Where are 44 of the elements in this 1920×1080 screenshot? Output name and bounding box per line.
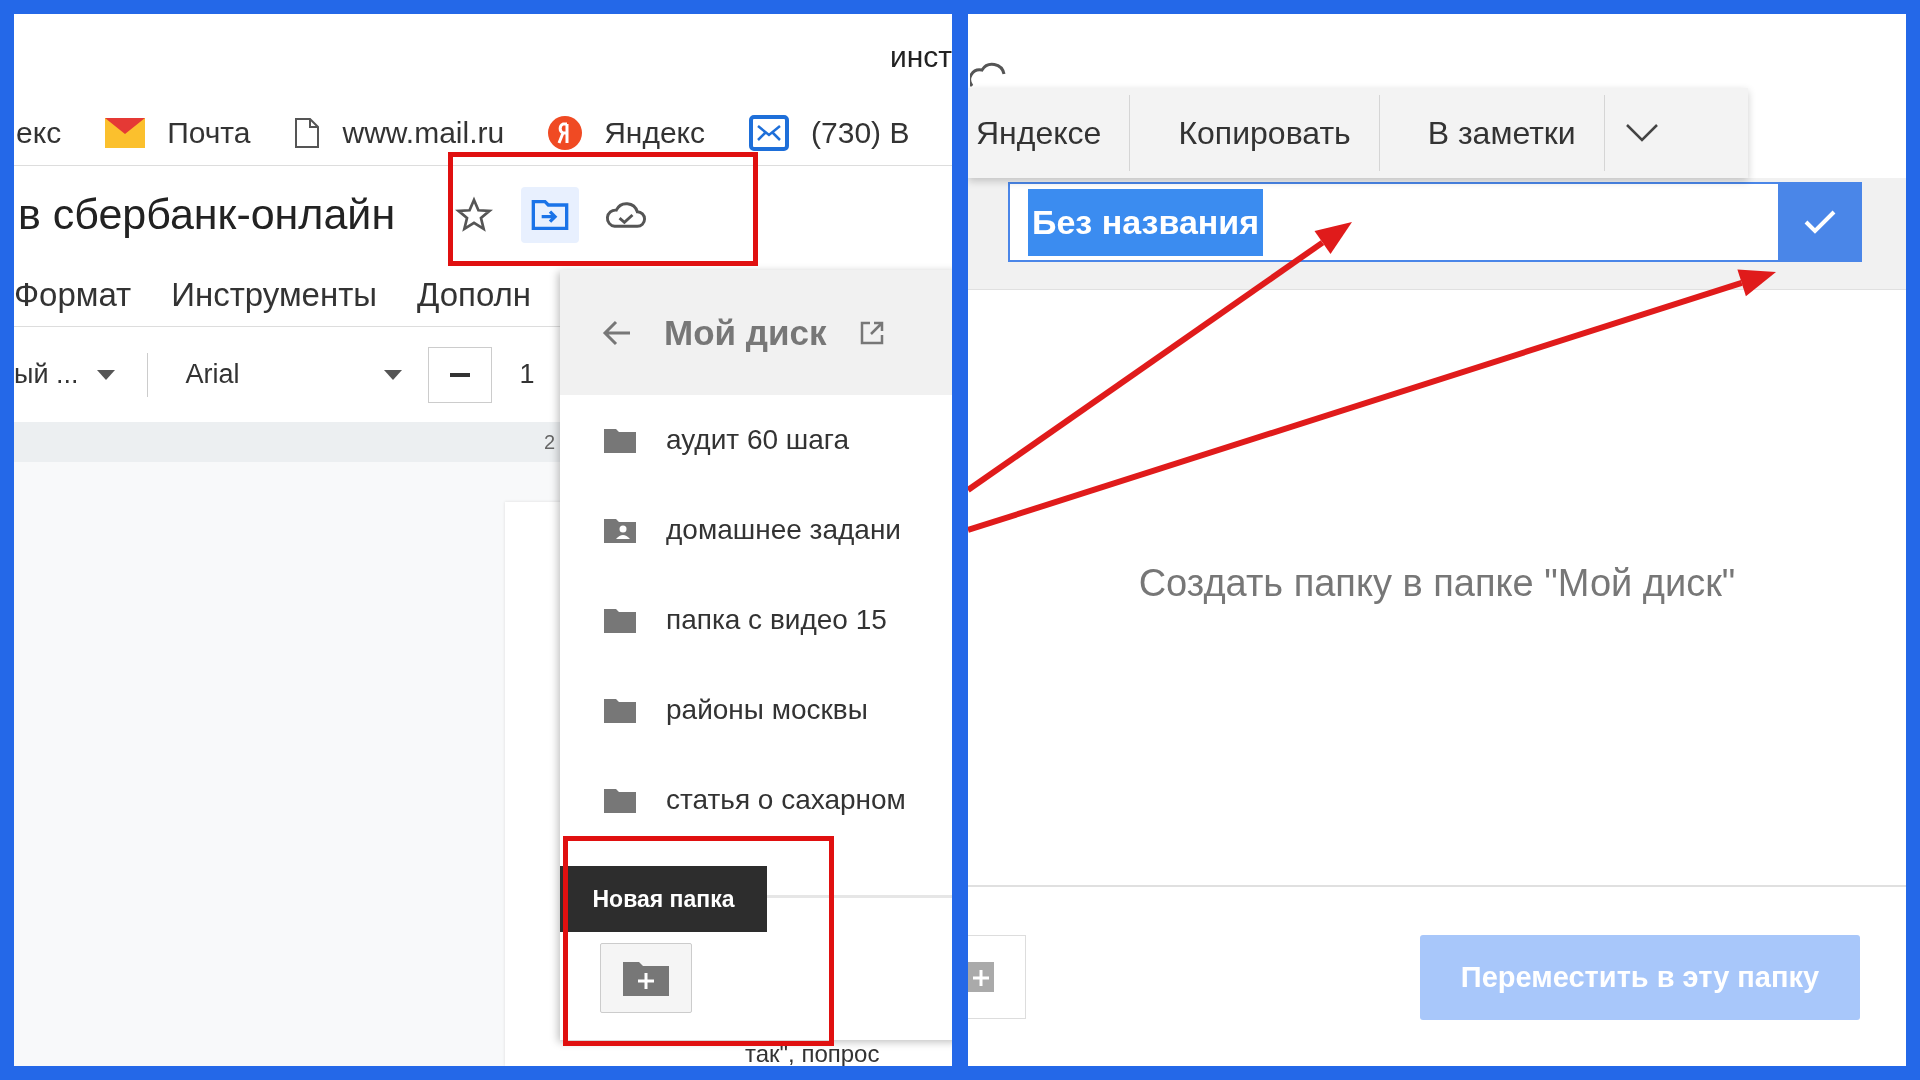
caret-icon [96,369,115,380]
font-dropdown[interactable]: Arial [185,359,366,390]
document-title[interactable]: в сбербанк-онлайн [18,190,396,239]
bookmark-link[interactable]: (730) В [811,115,910,150]
checkmark-icon [1803,209,1837,235]
bookmark-link[interactable]: Почта [167,115,251,150]
toolbar-action[interactable]: Яндексе [968,114,1130,152]
folder-row[interactable]: аудит 60 шага [560,405,952,475]
font-size-field[interactable]: 1 [519,359,535,390]
back-arrow-icon[interactable] [602,319,632,346]
bookmark-link[interactable]: Яндекс [604,115,706,150]
dialog-title: Мой диск [664,312,827,353]
toolbar-action[interactable]: Копировать [1150,114,1379,152]
confirm-button[interactable] [1778,182,1862,262]
new-folder-button[interactable] [600,943,692,1013]
bookmark-link[interactable]: www.mail.ru [342,115,505,150]
folder-plus-icon [623,960,669,996]
empty-folder-message: Создать папку в папке "Мой диск" [1138,562,1736,604]
folder-row[interactable]: домашнее задани [560,495,952,565]
folder-row[interactable]: папка с видео 15 [560,585,952,655]
menu-item[interactable]: Формат [14,275,132,314]
envelope-icon [749,114,790,151]
menu-item[interactable]: Дополн [417,275,532,314]
decrease-size-button[interactable] [427,346,492,403]
tab-title: инст [889,40,952,74]
letter-circle-icon [548,115,583,150]
toolbar-action[interactable]: В заметки [1399,114,1604,152]
envelope-icon [105,117,146,148]
folder-plus-icon [968,962,994,992]
tooltip: Новая папка [560,866,767,932]
move-folder-button[interactable] [521,186,580,243]
chevron-down-icon[interactable] [1624,123,1659,143]
menu-item[interactable]: Инструменты [171,275,377,314]
caret-icon [383,369,402,380]
ruler-number: 2 [544,430,556,454]
minus-icon [449,372,470,377]
folder-row[interactable]: статья о сахарном [560,765,952,835]
page-icon [294,116,321,149]
style-dropdown[interactable]: ый ... [14,359,79,390]
bookmark-link[interactable]: екс [16,115,62,150]
folder-row[interactable]: районы москвы [560,675,952,745]
external-link-icon[interactable] [858,319,885,346]
star-icon [455,195,494,234]
new-folder-button[interactable] [968,935,1026,1019]
